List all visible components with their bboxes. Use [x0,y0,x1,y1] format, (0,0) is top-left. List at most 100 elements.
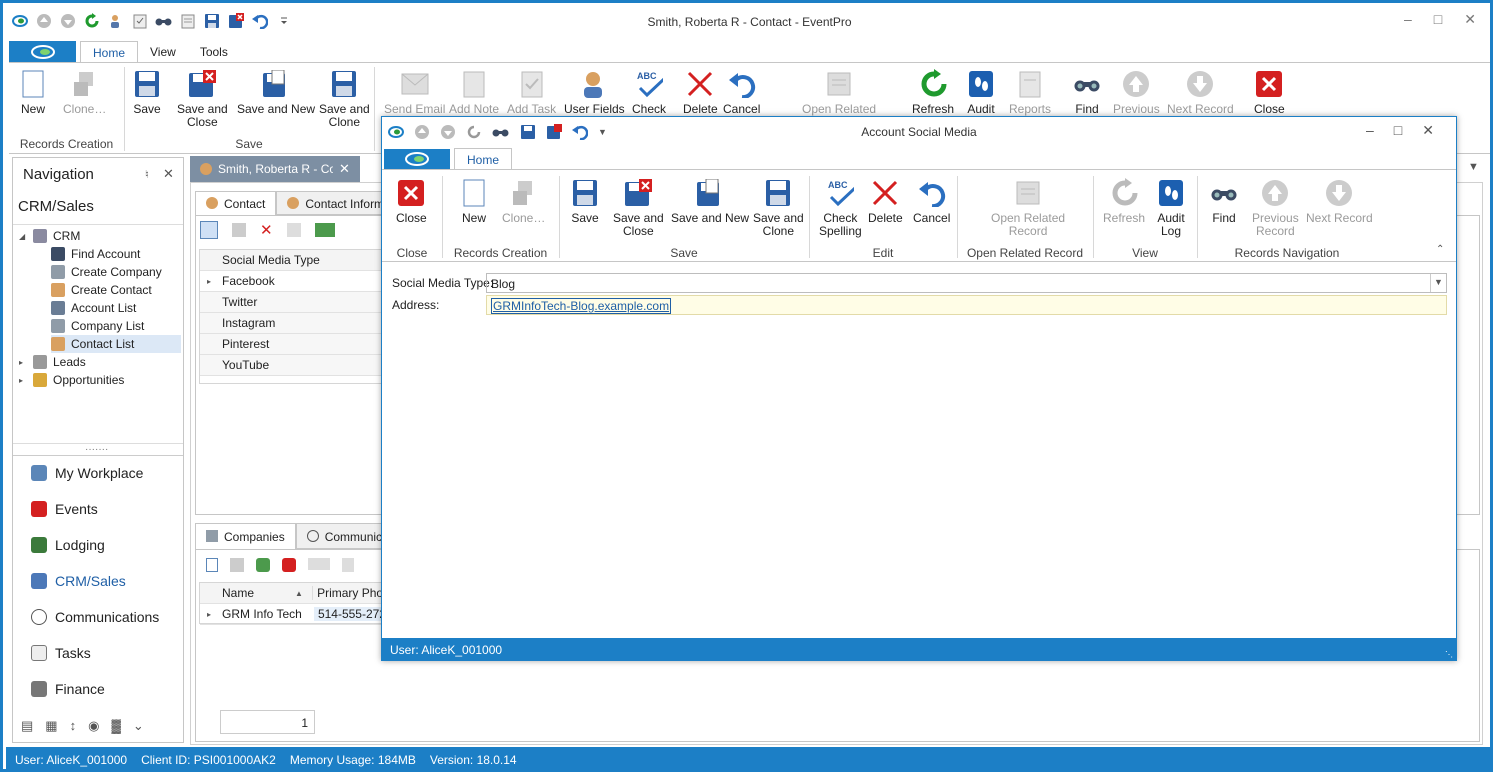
dialog-next-record-button[interactable]: Next Record [1306,178,1373,225]
social-media-type-select[interactable]: Blog ▼ [486,273,1447,293]
dialog-check-spelling-button[interactable]: ABC Check Spelling [819,178,862,238]
table-row[interactable]: ▸ Facebook [200,271,383,292]
open-icon[interactable] [286,223,301,237]
nav-communications[interactable]: Communications [31,609,159,625]
transfer-shortcut-icon[interactable]: ↕ [70,718,77,734]
add-note-button[interactable]: Add Note [449,69,499,116]
dialog-audit-log-button[interactable]: Audit Log [1157,178,1185,238]
tree-node-opportunities[interactable]: ▸ Opportunities [19,371,124,389]
tab-home[interactable]: Home [80,41,139,63]
new-button[interactable]: New [19,69,47,116]
minimize-icon[interactable]: – [1404,11,1412,28]
tree-node-leads[interactable]: ▸ Leads [19,353,86,371]
address-field[interactable]: GRMInfoTech-Blog.example.com [486,295,1447,315]
company-shortcut-icon[interactable]: ▦ [45,718,57,734]
close-button[interactable]: Close [1254,69,1285,116]
find-button[interactable]: Find [1073,69,1101,116]
expand-icon[interactable]: ▸ [19,376,27,385]
dialog-open-related-button[interactable]: Open Related Record [991,178,1065,238]
dialog-tab-home[interactable]: Home [454,148,513,170]
tree-node-crm[interactable]: ◢ CRM [19,227,80,245]
tab-contact-information[interactable]: Contact Informa [276,191,387,215]
dialog-clone-button[interactable]: Clone… [502,178,545,225]
user-fields-button[interactable]: User Fields [564,69,625,116]
table-row[interactable]: ▸ GRM Info Tech 514-555-272 [200,604,386,625]
tab-view[interactable]: View [138,41,188,63]
close-tab-icon[interactable]: ✕ [339,161,350,177]
dialog-previous-record-button[interactable]: Previous Record [1252,178,1299,238]
grid-header[interactable]: Social Media Type [200,250,383,271]
remove-link-icon[interactable] [282,558,296,572]
cancel-button[interactable]: Cancel [723,69,760,116]
table-row[interactable]: Pinterest [200,334,383,355]
nav-finance[interactable]: Finance [31,681,105,697]
delete-x-icon[interactable]: ✕ [260,221,273,239]
collapse-ribbon-icon[interactable]: ⌃ [1436,244,1444,255]
close-pane-icon[interactable]: ✕ [163,166,174,182]
document-tab[interactable]: Smith, Roberta R - Con ✕ [190,156,360,182]
tab-tools[interactable]: Tools [188,41,240,63]
table-row[interactable]: Instagram [200,313,383,334]
save-button[interactable]: Save [133,69,161,116]
maximize-icon[interactable]: □ [1394,122,1402,139]
save-and-new-button[interactable]: Save and New [237,69,315,116]
next-record-button[interactable]: Next Record [1167,69,1234,116]
note-icon[interactable] [342,558,354,572]
dialog-delete-button[interactable]: Delete [868,178,903,225]
audit-button[interactable]: Audit [967,69,995,116]
nav-tasks[interactable]: Tasks [31,645,91,661]
resize-grip-icon[interactable]: ⋱ [1445,650,1453,659]
dialog-save-button[interactable]: Save [571,178,599,225]
chevron-down-icon[interactable]: ⌄ [133,718,144,734]
nav-lodging[interactable]: Lodging [31,537,105,553]
close-window-icon[interactable]: ✕ [1422,122,1434,139]
tree-item-create-contact[interactable]: Create Contact [51,281,152,299]
nav-events[interactable]: Events [31,501,98,517]
dialog-find-button[interactable]: Find [1210,178,1238,225]
close-window-icon[interactable]: ✕ [1464,11,1476,28]
refresh-button[interactable]: Refresh [912,69,954,116]
new-record-icon[interactable] [206,558,218,572]
export-icon[interactable] [314,223,335,237]
globe-shortcut-icon[interactable]: ◉ [88,718,99,734]
chevron-down-icon[interactable]: ▼ [1430,274,1446,292]
previous-button[interactable]: Previous [1113,69,1160,116]
dialog-app-menu-button[interactable] [384,149,450,169]
dialog-save-and-close-button[interactable]: Save and Close [613,178,664,238]
dialog-cancel-button[interactable]: Cancel [913,178,950,225]
pin-icon[interactable]: ♮ [145,168,149,181]
chart-shortcut-icon[interactable]: ▓ [111,718,120,734]
tab-list-dropdown-icon[interactable]: ▼ [1468,161,1479,173]
tree-item-account-list[interactable]: Account List [51,299,136,317]
new-record-icon[interactable] [200,221,218,239]
dialog-save-and-new-button[interactable]: Save and New [671,178,749,225]
dialog-close-button[interactable]: Close [396,178,427,225]
save-and-close-button[interactable]: Save and Close [177,69,228,129]
tree-item-create-company[interactable]: Create Company [51,263,162,281]
clone-button[interactable]: Clone… [63,69,106,116]
table-row[interactable]: YouTube [200,355,383,376]
open-related-button[interactable]: Open Related [802,69,876,116]
splitter-grip[interactable]: ······· [85,444,108,455]
email-icon[interactable] [308,558,330,570]
clone-icon[interactable] [232,223,246,237]
app-menu-button[interactable] [9,41,76,62]
check-spelling-button[interactable]: ABC Check [632,69,666,116]
tree-item-contact-list[interactable]: Contact List [51,335,181,353]
column-header-phone[interactable]: Primary Phon [313,586,386,600]
expand-icon[interactable]: ◢ [19,232,27,241]
tree-item-find-account[interactable]: Find Account [51,245,140,263]
nav-my-workplace[interactable]: My Workplace [31,465,143,481]
tab-companies[interactable]: Companies [195,523,296,549]
nav-crm-sales[interactable]: CRM/Sales [31,573,126,589]
tree-item-company-list[interactable]: Company List [51,317,144,335]
dialog-new-button[interactable]: New [460,178,488,225]
dialog-save-and-clone-button[interactable]: Save and Clone [753,178,804,238]
maximize-icon[interactable]: □ [1434,11,1442,28]
delete-button[interactable]: Delete [683,69,718,116]
send-email-button[interactable]: Send Email [384,69,445,116]
notes-shortcut-icon[interactable]: ▤ [21,718,33,734]
save-and-clone-button[interactable]: Save and Clone [319,69,370,129]
add-task-button[interactable]: Add Task [507,69,556,116]
add-link-icon[interactable] [256,558,270,572]
